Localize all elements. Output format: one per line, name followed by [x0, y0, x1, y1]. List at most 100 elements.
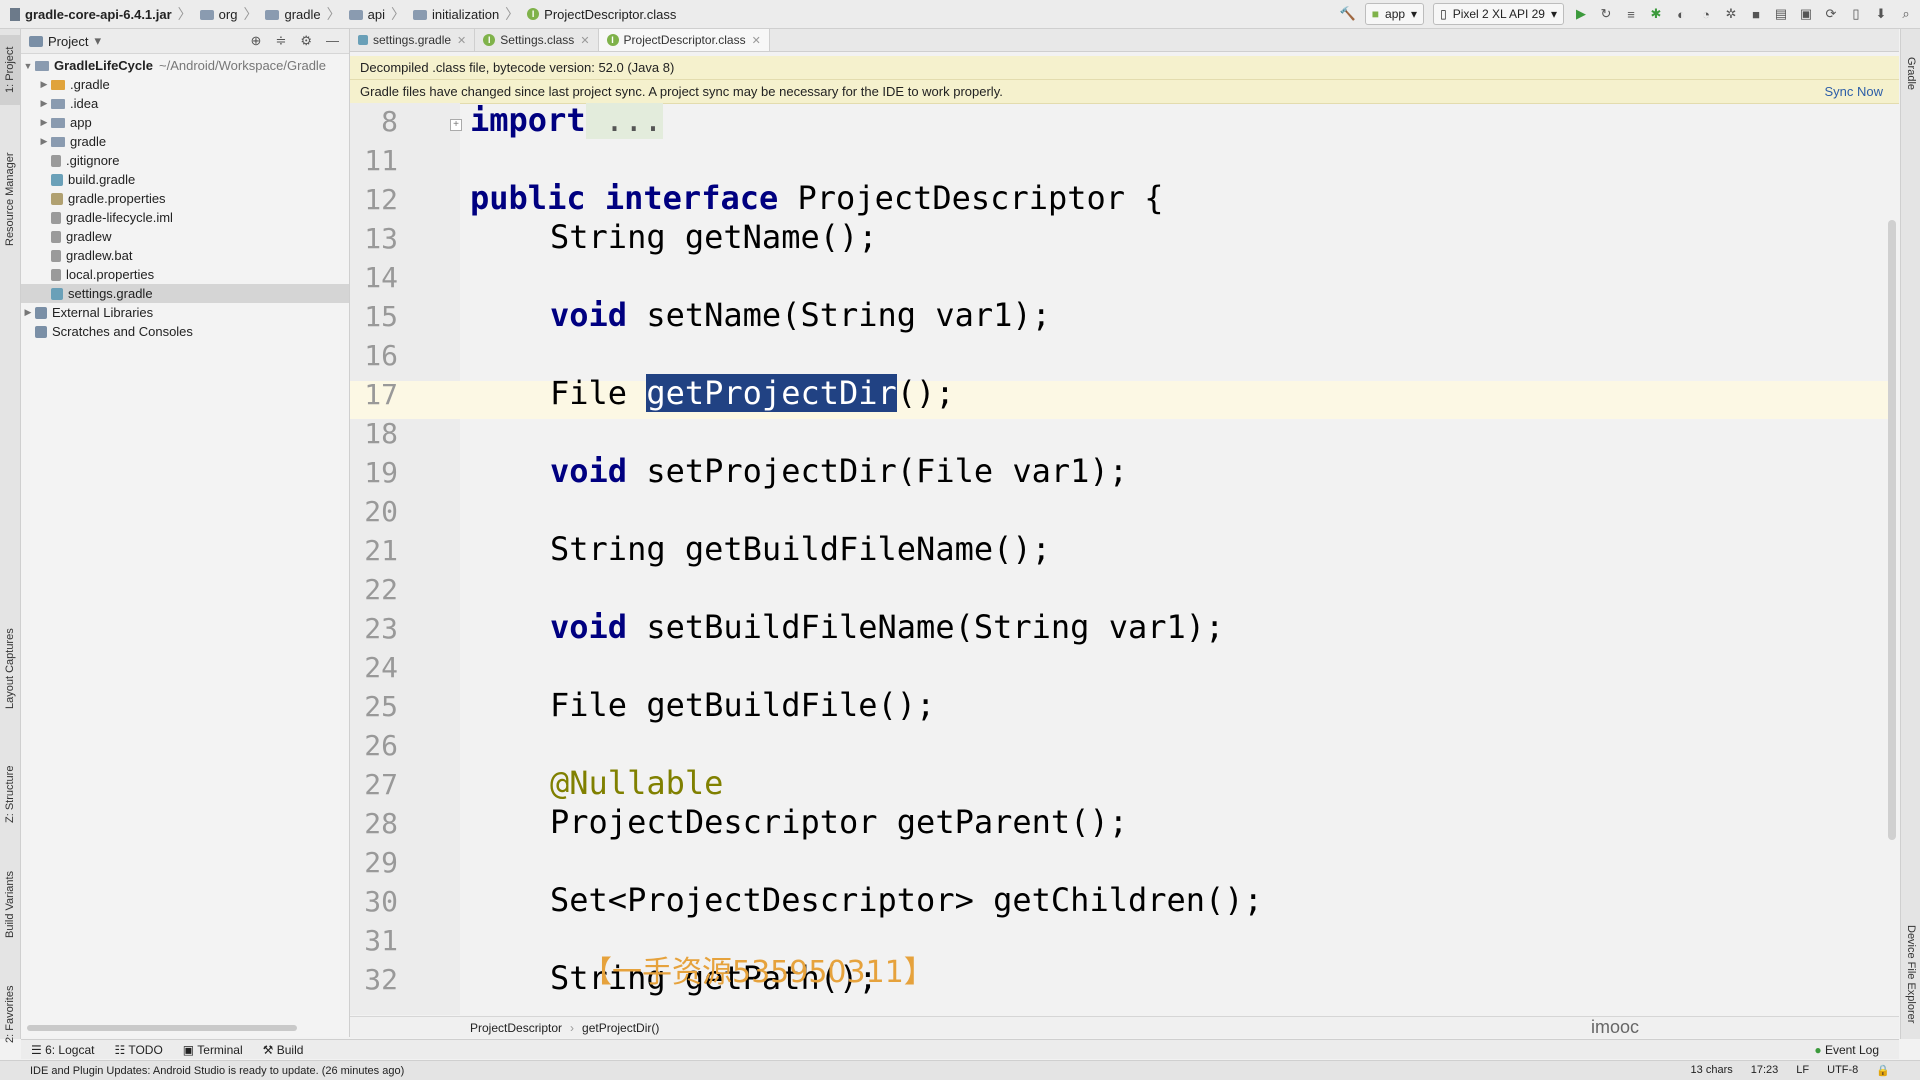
fold-toggle-icon[interactable]: + — [450, 119, 462, 131]
close-icon[interactable]: ✕ — [457, 34, 466, 47]
panel-actions: ⊕ ≑ ⚙ — — [251, 33, 349, 49]
tree-item-gradlew[interactable]: gradlew — [21, 227, 349, 246]
line-separator[interactable]: LF — [1796, 1064, 1809, 1077]
tool-terminal[interactable]: ▣ Terminal — [183, 1043, 243, 1057]
tree-item-settings-gradle[interactable]: settings.gradle — [21, 284, 349, 303]
close-icon[interactable]: ✕ — [580, 34, 589, 47]
tool-logcat[interactable]: ☰ 6: Logcat — [31, 1043, 94, 1057]
tree-item-gradle-properties[interactable]: gradle.properties — [21, 189, 349, 208]
editor-breadcrumb: ProjectDescriptor › getProjectDir() imoo… — [350, 1016, 1899, 1038]
tab-build-variants[interactable]: Build Variants — [0, 849, 20, 959]
todo-icon: ☷ — [114, 1042, 129, 1057]
line-number: 17 — [364, 378, 398, 411]
chevron-right-icon[interactable]: ▶ — [21, 307, 35, 318]
tab-gradle[interactable]: Gradle — [1901, 39, 1920, 109]
tree-scratches[interactable]: Scratches and Consoles — [21, 322, 349, 341]
tab-projectdescriptor-class[interactable]: I ProjectDescriptor.class ✕ — [598, 29, 770, 51]
breadcrumb-gradle[interactable]: gradle 〉 — [261, 4, 344, 24]
selected-text[interactable]: getProjectDir — [646, 374, 897, 412]
caret-position[interactable]: 17:23 — [1751, 1064, 1779, 1077]
line-number: 21 — [364, 534, 398, 567]
tab-project[interactable]: 1: Project — [0, 35, 20, 105]
gear-icon[interactable]: ⚙ — [300, 33, 312, 49]
tab-favorites[interactable]: 2: Favorites — [0, 969, 20, 1059]
breadcrumb-class[interactable]: I ProjectDescriptor.class — [523, 7, 680, 22]
tab-settings-class[interactable]: I Settings.class ✕ — [475, 29, 599, 51]
tree-item-gradle[interactable]: ▶ gradle — [21, 132, 349, 151]
breadcrumb-jar[interactable]: gradle-core-api-6.4.1.jar 〉 — [0, 4, 196, 24]
run-icon[interactable]: ▶ — [1573, 6, 1589, 22]
breadcrumb-initialization[interactable]: initialization 〉 — [409, 4, 523, 24]
breadcrumb-api[interactable]: api 〉 — [345, 4, 409, 24]
tab-layout-captures[interactable]: Layout Captures — [0, 609, 20, 729]
tree-item-idea[interactable]: ▶ .idea — [21, 94, 349, 113]
collapse-all-icon[interactable]: ≑ — [275, 33, 286, 49]
avd-manager-icon[interactable]: ▯ — [1848, 6, 1864, 22]
tree-root[interactable]: ▼ GradleLifeCycle ~/Android/Workspace/Grad… — [21, 56, 349, 75]
status-message[interactable]: IDE and Plugin Updates: Android Studio i… — [30, 1065, 404, 1077]
file-encoding[interactable]: UTF-8 — [1827, 1064, 1858, 1077]
sdk-manager-icon[interactable]: ⬇ — [1873, 6, 1889, 22]
stop-icon[interactable]: ■ — [1748, 6, 1764, 22]
tree-item-local-properties[interactable]: local.properties — [21, 265, 349, 284]
layout-inspector-icon[interactable]: ▣ — [1798, 6, 1814, 22]
chevron-down-icon[interactable]: ▼ — [21, 61, 35, 71]
device-select[interactable]: ▯ Pixel 2 XL API 29 ▾ — [1433, 3, 1564, 25]
chevron-down-icon[interactable]: ▾ — [94, 33, 101, 49]
tree-item-gradle-dir[interactable]: ▶ .gradle — [21, 75, 349, 94]
debug-icon[interactable]: ✱ — [1648, 6, 1664, 22]
attach-debugger-icon[interactable]: ✲ — [1723, 6, 1739, 22]
sync-gradle-icon[interactable]: ⟳ — [1823, 6, 1839, 22]
horizontal-scrollbar[interactable] — [27, 1025, 297, 1031]
navigation-bar: gradle-core-api-6.4.1.jar 〉 org 〉 gradle 〉 … — [0, 0, 1920, 29]
resource-watermark: 【一手资源535950311】 — [582, 955, 934, 990]
breadcrumb-org[interactable]: org 〉 — [196, 4, 262, 24]
tab-resource-manager[interactable]: Resource Manager — [0, 129, 20, 269]
tree-item-gradlew-bat[interactable]: gradlew.bat — [21, 246, 349, 265]
tab-structure[interactable]: Z: Structure — [0, 749, 20, 839]
hide-icon[interactable]: — — [326, 33, 339, 49]
event-log-icon: ● — [1814, 1042, 1825, 1057]
tool-build[interactable]: ⚒ Build — [263, 1043, 304, 1057]
android-icon: ■ — [1371, 7, 1380, 21]
hammer-build-icon[interactable]: 🔨 — [1340, 6, 1356, 22]
locate-icon[interactable]: ⊕ — [251, 33, 262, 49]
package-icon — [348, 10, 363, 20]
crumb-method[interactable]: getProjectDir() — [582, 1021, 659, 1035]
apply-changes-icon[interactable]: ↻ — [1598, 6, 1614, 22]
chevron-right-icon[interactable]: ▶ — [37, 136, 51, 147]
chevron-right-icon[interactable]: ▶ — [37, 79, 51, 90]
package-icon — [412, 10, 427, 20]
search-icon[interactable]: ⌕ — [1898, 6, 1914, 22]
properties-icon — [51, 192, 63, 205]
tree-item-app[interactable]: ▶ app — [21, 113, 349, 132]
project-panel: Project ▾ ⊕ ≑ ⚙ — ▼ GradleLifeCycle ~/Andr… — [21, 29, 350, 1037]
lock-icon[interactable]: 🔒 — [1876, 1064, 1890, 1077]
event-log[interactable]: ● Event Log — [1814, 1043, 1879, 1057]
run-config-select[interactable]: ■ app ▾ — [1364, 3, 1425, 25]
profile-icon[interactable]: ◔ — [1698, 6, 1714, 22]
scratches-icon — [35, 325, 47, 338]
crumb-interface[interactable]: ProjectDescriptor — [470, 1021, 562, 1035]
tree-item-build-gradle[interactable]: build.gradle — [21, 170, 349, 189]
close-icon[interactable]: ✕ — [752, 34, 761, 47]
chevron-right-icon[interactable]: ▶ — [37, 117, 51, 128]
code-editor[interactable]: 8 11 12 13 14 15 16 17 18 19 20 21 22 23… — [350, 103, 1890, 1015]
coverage-icon[interactable]: ◐ — [1673, 6, 1689, 22]
chevron-down-icon: ▾ — [1411, 7, 1418, 21]
tool-todo[interactable]: ☷ TODO — [114, 1043, 162, 1057]
interface-icon: I — [606, 34, 619, 46]
status-bar: IDE and Plugin Updates: Android Studio i… — [0, 1060, 1920, 1080]
tree-external-libraries[interactable]: ▶ External Libraries — [21, 303, 349, 322]
apply-code-changes-icon[interactable]: ≡ — [1623, 6, 1639, 22]
chevron-right-icon[interactable]: ▶ — [37, 98, 51, 109]
tree-item-gitignore[interactable]: .gitignore — [21, 151, 349, 170]
project-view-select[interactable]: Project — [48, 34, 88, 49]
editor-scrollbar[interactable] — [1888, 220, 1896, 840]
tree-item-iml[interactable]: gradle-lifecycle.iml — [21, 208, 349, 227]
project-structure-icon[interactable]: ▤ — [1773, 6, 1789, 22]
tab-settings-gradle[interactable]: settings.gradle ✕ — [350, 29, 476, 51]
tab-device-file-explorer[interactable]: Device File Explorer — [1901, 909, 1920, 1039]
sync-now-link[interactable]: Sync Now — [1824, 84, 1883, 99]
project-tree: ▼ GradleLifeCycle ~/Android/Workspace/Grad… — [21, 54, 349, 341]
